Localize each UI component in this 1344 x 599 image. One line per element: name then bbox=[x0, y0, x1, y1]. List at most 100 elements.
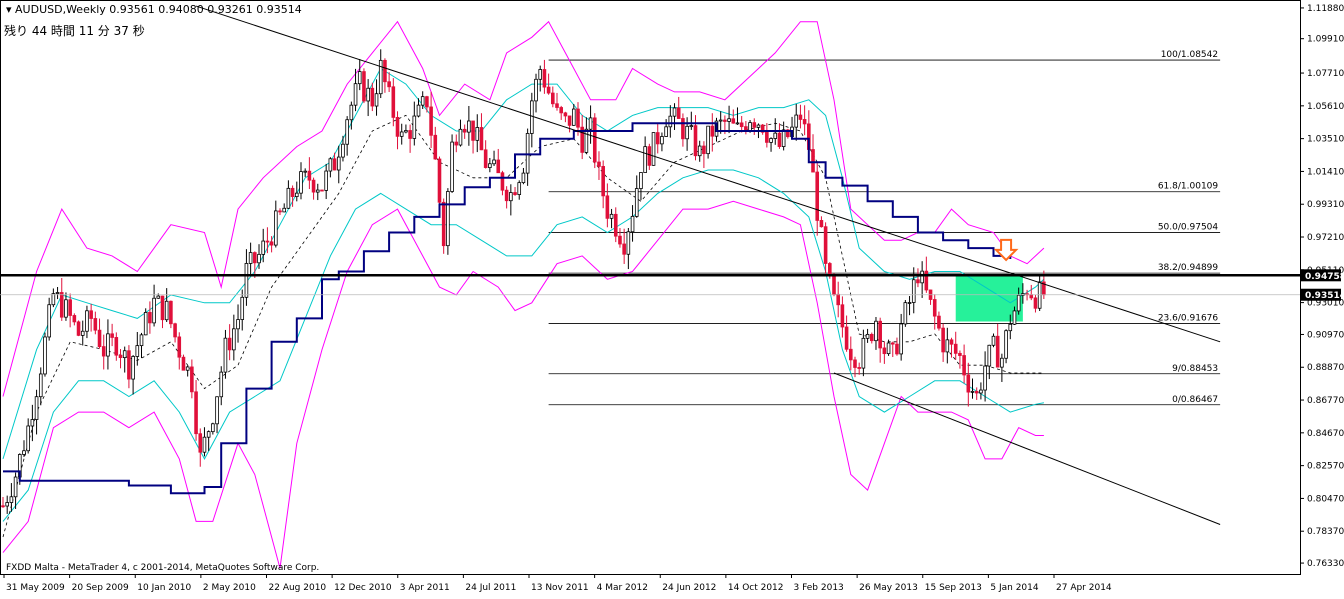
candle-body bbox=[211, 423, 215, 433]
candle-body bbox=[765, 131, 769, 143]
candle-body bbox=[206, 431, 211, 438]
candle-body bbox=[483, 149, 488, 168]
y-tick-label: 0.90970 bbox=[1307, 330, 1344, 340]
candle-body bbox=[429, 106, 433, 136]
candle-body bbox=[769, 138, 773, 143]
candle-body bbox=[416, 104, 421, 117]
candle-body bbox=[1012, 310, 1017, 325]
candle-body bbox=[286, 187, 291, 209]
candle-body bbox=[479, 127, 484, 151]
candle-body bbox=[689, 125, 694, 128]
candle-body bbox=[299, 171, 303, 194]
candle-body bbox=[924, 270, 929, 291]
candle-body bbox=[64, 299, 68, 318]
candle-body bbox=[118, 354, 123, 359]
candle-body bbox=[920, 270, 924, 284]
candle-body bbox=[378, 59, 383, 95]
chart-root: 100/1.08542 61.8/1.00109 50.0/0.97504 38.2/… bbox=[0, 0, 1344, 595]
y-tick-label: 0.84670 bbox=[1307, 429, 1344, 439]
dropdown-triangle-icon[interactable]: ▾ bbox=[6, 3, 12, 16]
candle-body bbox=[718, 119, 723, 122]
candle-body bbox=[987, 344, 992, 367]
candle-body bbox=[848, 348, 853, 361]
candle-body bbox=[744, 126, 748, 131]
candle-body bbox=[592, 117, 597, 163]
candle-body bbox=[164, 300, 169, 321]
candle-body bbox=[458, 128, 463, 146]
candle-body bbox=[567, 115, 572, 126]
candle-body bbox=[697, 145, 702, 157]
candle-body bbox=[370, 87, 375, 107]
candle-body bbox=[1, 505, 5, 508]
y-tick-label: 1.09910 bbox=[1307, 35, 1344, 45]
candle-body bbox=[278, 210, 282, 213]
candle-body bbox=[609, 213, 614, 219]
candle-body bbox=[731, 118, 736, 124]
candle-body bbox=[521, 172, 526, 184]
candle-body bbox=[374, 93, 379, 107]
candle-body bbox=[949, 339, 954, 345]
candle-body bbox=[1000, 357, 1004, 368]
candle-body bbox=[802, 119, 807, 125]
candle-body bbox=[391, 86, 396, 118]
candle-body bbox=[937, 315, 941, 329]
x-tick-label: 5 Jan 2014 bbox=[990, 583, 1038, 593]
candle-body bbox=[404, 130, 408, 133]
x-tick-label: 26 May 2013 bbox=[859, 583, 918, 593]
x-tick-label: 14 Oct 2012 bbox=[728, 583, 784, 593]
candle-body bbox=[97, 329, 102, 347]
candle-body bbox=[886, 342, 891, 355]
y-tick-label: 0.78370 bbox=[1307, 527, 1344, 537]
candle-body bbox=[664, 126, 668, 137]
candle-body bbox=[966, 374, 971, 393]
candle-body bbox=[748, 122, 752, 131]
candle-body bbox=[798, 114, 803, 120]
candle-body bbox=[5, 502, 9, 507]
candle-body bbox=[261, 240, 266, 255]
candle-body bbox=[605, 195, 610, 219]
candle-body bbox=[257, 253, 261, 264]
candle-body bbox=[496, 159, 501, 174]
y-tick-label: 1.03510 bbox=[1307, 135, 1344, 145]
candle-body bbox=[844, 326, 849, 350]
candle-body bbox=[735, 122, 740, 125]
candle-body bbox=[135, 345, 140, 357]
candle-body bbox=[773, 132, 778, 139]
candle-body bbox=[357, 71, 362, 85]
candle-body bbox=[945, 339, 950, 353]
candle-body bbox=[441, 201, 446, 247]
candle-body bbox=[655, 132, 660, 145]
candle-body bbox=[622, 243, 626, 255]
candle-body bbox=[362, 71, 366, 102]
y-tick-label: 0.80470 bbox=[1307, 494, 1344, 504]
candle-body bbox=[895, 343, 899, 355]
candle-body bbox=[232, 328, 236, 351]
candle-body bbox=[911, 279, 916, 303]
candle-body bbox=[869, 333, 874, 342]
candle-body bbox=[723, 119, 727, 122]
candle-body bbox=[131, 356, 135, 380]
x-tick-label: 24 Jul 2011 bbox=[465, 583, 516, 593]
candle-body bbox=[832, 274, 836, 295]
candle-body bbox=[89, 310, 93, 319]
candle-body bbox=[244, 263, 249, 298]
candle-body bbox=[693, 125, 698, 157]
candle-body bbox=[160, 295, 165, 321]
price-chart[interactable]: 100/1.08542 61.8/1.00109 50.0/0.97504 38.2/… bbox=[0, 0, 1344, 595]
candle-body bbox=[227, 337, 232, 351]
candle-body bbox=[22, 450, 26, 455]
candle-body bbox=[509, 192, 513, 202]
candle-body bbox=[462, 128, 467, 133]
candle-body bbox=[551, 92, 555, 105]
candle-body bbox=[618, 235, 622, 245]
candle-body bbox=[26, 425, 30, 452]
candle-body bbox=[815, 171, 820, 221]
candle-body bbox=[219, 371, 224, 398]
candle-body bbox=[702, 145, 706, 155]
candle-body bbox=[597, 161, 601, 167]
candle-body bbox=[601, 166, 605, 197]
candle-body bbox=[647, 146, 652, 166]
candle-body bbox=[446, 191, 450, 247]
candle-body bbox=[223, 337, 228, 373]
y-tick-label: 1.05610 bbox=[1307, 102, 1344, 112]
